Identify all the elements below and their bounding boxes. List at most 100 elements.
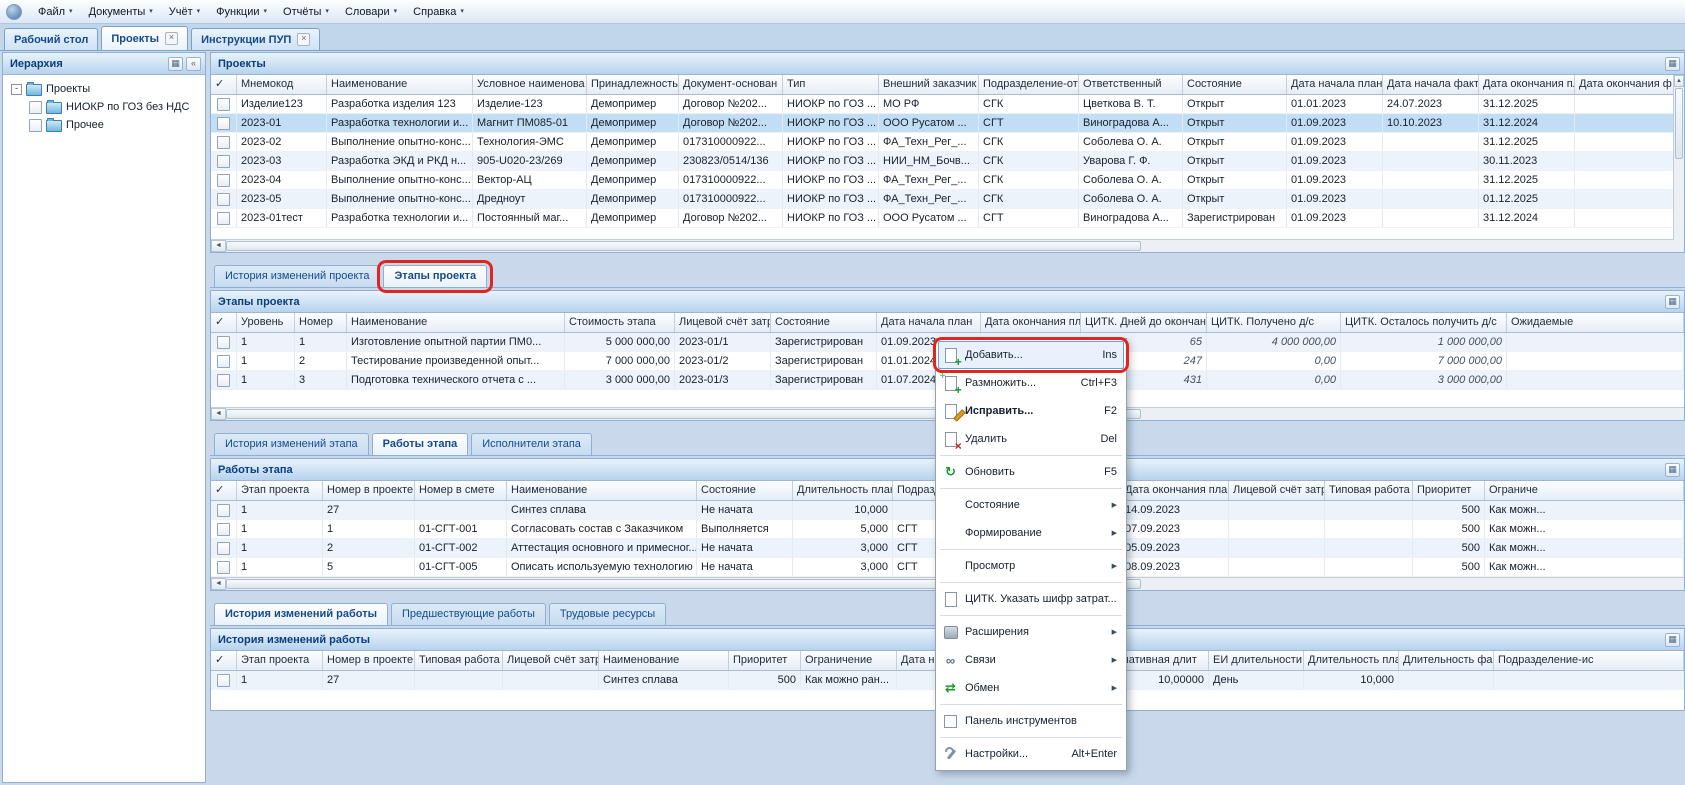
- column-header[interactable]: Условное наименова: [473, 75, 587, 94]
- tab-stage-history[interactable]: История изменений этапа: [214, 433, 369, 455]
- scroll-up-icon[interactable]: ▲: [1674, 75, 1684, 87]
- tab-instructions[interactable]: Инструкции ПУП×: [191, 28, 320, 50]
- panel-options-icon[interactable]: ▦: [1665, 463, 1680, 477]
- row-checkbox[interactable]: [217, 212, 230, 225]
- column-header[interactable]: Документ-основан: [679, 75, 783, 94]
- project-row[interactable]: Изделие123 Разработка изделия 123 Издели…: [211, 95, 1684, 114]
- panel-options-icon[interactable]: ▦: [1665, 295, 1680, 309]
- row-checkbox[interactable]: [217, 674, 230, 687]
- tab-work-predecessors[interactable]: Предшествующие работы: [391, 603, 546, 625]
- tree-checkbox[interactable]: [29, 101, 42, 114]
- tree-item-niokr[interactable]: НИОКР по ГОЗ без НДС: [5, 98, 203, 116]
- column-header[interactable]: Подразделение-ис: [1494, 651, 1684, 670]
- project-row[interactable]: 2023-02 Выполнение опытно-конс... Технол…: [211, 133, 1684, 152]
- tab-project-stages[interactable]: Этапы проекта: [383, 265, 487, 287]
- column-header[interactable]: Типовая работа: [415, 651, 503, 670]
- scroll-left-icon[interactable]: ◄: [211, 408, 226, 420]
- menubar-item-help[interactable]: Справка▾: [405, 4, 472, 20]
- column-header[interactable]: Внешний заказчик: [879, 75, 979, 94]
- column-header[interactable]: Подразделение-от: [979, 75, 1079, 94]
- column-header[interactable]: Этап проекта: [237, 481, 323, 500]
- project-row[interactable]: 2023-03 Разработка ЭКД и РКД н... 905-U0…: [211, 152, 1684, 171]
- column-header[interactable]: Лицевой счёт затр: [503, 651, 599, 670]
- vertical-scrollbar[interactable]: ▲: [1673, 75, 1684, 240]
- tree-collapse-icon[interactable]: -: [11, 84, 22, 95]
- menu-item-formation[interactable]: Формирование ▶: [938, 519, 1124, 547]
- column-header[interactable]: Состояние: [1183, 75, 1287, 94]
- column-header[interactable]: Состояние: [771, 313, 877, 332]
- column-header[interactable]: Наименование: [599, 651, 729, 670]
- menu-item-links[interactable]: ∞ Связи ▶: [938, 646, 1124, 674]
- menu-item-delete[interactable]: Удалить Del: [938, 425, 1124, 453]
- column-header[interactable]: Наименование: [507, 481, 697, 500]
- menubar-item-documents[interactable]: Документы▾: [81, 4, 161, 20]
- column-header[interactable]: Номер в проекте: [323, 651, 415, 670]
- tree-item-projects[interactable]: - Проекты: [5, 80, 203, 98]
- column-header[interactable]: Ограничение: [801, 651, 897, 670]
- project-row[interactable]: 2023-01 Разработка технологии и... Магни…: [211, 114, 1684, 133]
- column-header[interactable]: Мнемокод: [237, 75, 327, 94]
- menu-item-extensions[interactable]: Расширения ▶: [938, 618, 1124, 646]
- row-checkbox[interactable]: [217, 523, 230, 536]
- menu-item-add[interactable]: Добавить... Ins: [938, 341, 1124, 369]
- column-header[interactable]: Дата окончания пл: [1479, 75, 1575, 94]
- project-row[interactable]: 2023-05 Выполнение опытно-конс... Дредно…: [211, 190, 1684, 209]
- menu-item-view[interactable]: Просмотр ▶: [938, 552, 1124, 580]
- menu-item-toolbar[interactable]: Панель инструментов: [938, 707, 1124, 735]
- column-header[interactable]: ЦИТК. Дней до окончания: [1081, 313, 1207, 332]
- row-checkbox[interactable]: [217, 136, 230, 149]
- column-header[interactable]: Ограниче: [1485, 481, 1684, 500]
- row-checkbox[interactable]: [217, 355, 230, 368]
- menubar-item-file[interactable]: Файл▾: [30, 4, 81, 20]
- menu-item-edit[interactable]: Исправить... F2: [938, 397, 1124, 425]
- column-header[interactable]: Длительность план ▼: [793, 481, 893, 500]
- panel-options-icon[interactable]: ▦: [1665, 633, 1680, 647]
- row-checkbox[interactable]: [217, 504, 230, 517]
- column-header[interactable]: Состояние: [697, 481, 793, 500]
- column-header[interactable]: Наименование: [327, 75, 473, 94]
- menubar-item-functions[interactable]: Функции▾: [208, 4, 275, 20]
- close-tab-icon[interactable]: ×: [165, 32, 178, 45]
- column-header[interactable]: Стоимость этапа: [565, 313, 675, 332]
- row-checkbox[interactable]: [217, 561, 230, 574]
- row-checkbox[interactable]: [217, 336, 230, 349]
- tree-checkbox[interactable]: [29, 119, 42, 132]
- tree-item-other[interactable]: Прочее: [5, 116, 203, 134]
- column-header[interactable]: ✓: [211, 313, 237, 332]
- tab-work-labor[interactable]: Трудовые ресурсы: [549, 603, 666, 625]
- row-checkbox[interactable]: [217, 155, 230, 168]
- column-header[interactable]: Ожидаемые: [1507, 313, 1684, 332]
- column-header[interactable]: Номер в проекте: [323, 481, 415, 500]
- row-checkbox[interactable]: [217, 117, 230, 130]
- column-header[interactable]: Ответственный: [1079, 75, 1183, 94]
- row-checkbox[interactable]: [217, 174, 230, 187]
- menu-item-refresh[interactable]: ↻ Обновить F5: [938, 458, 1124, 486]
- column-header[interactable]: Типовая работа: [1325, 481, 1413, 500]
- menu-item-duplicate[interactable]: Размножить... Ctrl+F3: [938, 369, 1124, 397]
- row-checkbox[interactable]: [217, 542, 230, 555]
- column-header[interactable]: Наименование: [347, 313, 565, 332]
- scroll-left-icon[interactable]: ◄: [211, 578, 226, 590]
- project-row[interactable]: 2023-04 Выполнение опытно-конс... Вектор…: [211, 171, 1684, 190]
- column-header[interactable]: Дата окончания план: [1121, 481, 1229, 500]
- column-header[interactable]: ✓: [211, 75, 237, 94]
- project-row[interactable]: 2023-01тест Разработка технологии и... П…: [211, 209, 1684, 228]
- close-tab-icon[interactable]: ×: [297, 33, 310, 46]
- panel-options-icon[interactable]: ▦: [1665, 57, 1680, 71]
- column-header[interactable]: ЦИТК. Осталось получить д/с: [1341, 313, 1507, 332]
- scrollbar-thumb[interactable]: [226, 241, 1141, 251]
- column-header[interactable]: Дата окончания план: [981, 313, 1081, 332]
- column-header[interactable]: Этап проекта: [237, 651, 323, 670]
- column-header[interactable]: Тип: [783, 75, 879, 94]
- menu-item-settings[interactable]: Настройки... Alt+Enter: [938, 740, 1124, 768]
- tab-work-history[interactable]: История изменений работы: [214, 603, 388, 625]
- tab-desktop[interactable]: Рабочий стол: [4, 28, 98, 50]
- tab-project-history[interactable]: История изменений проекта: [214, 265, 380, 287]
- column-header[interactable]: Дата начала факт: [1383, 75, 1479, 94]
- column-header[interactable]: Номер в смете: [415, 481, 507, 500]
- hierarchy-options-icon[interactable]: ▦: [168, 57, 183, 71]
- scroll-left-icon[interactable]: ◄: [211, 240, 226, 252]
- tab-projects[interactable]: Проекты×: [101, 26, 188, 50]
- column-header[interactable]: Дата окончания ф: [1575, 75, 1684, 94]
- column-header[interactable]: Лицевой счёт затрат.: [675, 313, 771, 332]
